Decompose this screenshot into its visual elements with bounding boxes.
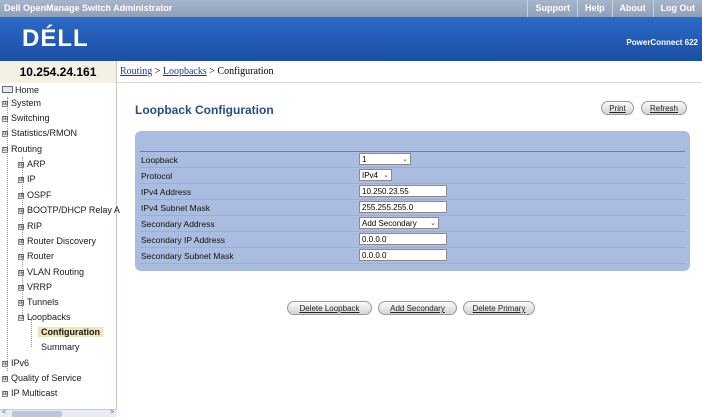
ipv4-mask-row: IPv4 Subnet Mask 255.255.255.0 xyxy=(140,200,685,216)
nav-ipv6[interactable]: ⊞ IPv6 xyxy=(2,358,29,368)
ipv4-mask-label: IPv4 Subnet Mask xyxy=(141,203,210,213)
nav-routing[interactable]: ⊟ Routing xyxy=(2,144,42,154)
about-link[interactable]: About xyxy=(611,0,653,17)
loopback-config-form: Loopback 1 ⌄ Protocol IPv4 ⌄ IPv4 Addres… xyxy=(135,131,690,271)
loopback-row: Loopback 1 ⌄ xyxy=(140,152,685,168)
loopback-label: Loopback xyxy=(141,155,178,165)
print-button[interactable]: Print xyxy=(601,101,634,115)
ipv4-address-row: IPv4 Address 10.250.23.55 xyxy=(140,184,685,200)
collapse-icon[interactable]: ⊟ xyxy=(18,315,24,321)
nav-system[interactable]: ⊞ System xyxy=(2,98,41,108)
app-title: Dell OpenManage Switch Administrator xyxy=(4,3,173,13)
expand-icon[interactable]: ⊞ xyxy=(18,224,24,230)
secondary-address-select[interactable]: Add Secondary ⌄ xyxy=(359,217,439,229)
ipv4-mask-input[interactable]: 255.255.255.0 xyxy=(359,201,447,213)
nav-vlan-routing[interactable]: ⊞ VLAN Routing xyxy=(18,267,84,277)
protocol-label: Protocol xyxy=(141,171,173,181)
expand-icon[interactable]: ⊞ xyxy=(2,391,8,397)
breadcrumb-current: Configuration xyxy=(217,66,274,77)
nav-tunnels[interactable]: ⊞ Tunnels xyxy=(18,297,59,307)
nav-arp[interactable]: ⊞ ARP xyxy=(18,159,46,169)
expand-icon[interactable]: ⊞ xyxy=(2,101,8,107)
ipv4-address-input[interactable]: 10.250.23.55 xyxy=(359,185,447,197)
expand-icon[interactable]: ⊞ xyxy=(18,270,24,276)
breadcrumb-routing[interactable]: Routing xyxy=(120,66,152,77)
delete-loopback-button[interactable]: Delete Loopback xyxy=(287,301,372,315)
dell-logo: DÉLL xyxy=(22,25,89,52)
secondary-address-label: Secondary Address xyxy=(141,219,215,229)
chevron-down-icon[interactable]: ⌄ xyxy=(399,155,408,163)
secondary-mask-row: Secondary Subnet Mask 0.0.0.0 xyxy=(140,248,685,264)
nav-bootp-dhcp-relay[interactable]: ⊞ BOOTP/DHCP Relay A xyxy=(18,205,120,215)
expand-icon[interactable]: ⊞ xyxy=(18,177,24,183)
nav-ip-multicast[interactable]: ⊞ IP Multicast xyxy=(2,388,57,398)
nav-loopbacks-configuration[interactable]: Configuration xyxy=(38,327,103,337)
expand-icon[interactable]: ⊞ xyxy=(18,285,24,291)
chevron-down-icon[interactable]: ⌄ xyxy=(427,219,436,227)
nav-home[interactable]: Home xyxy=(2,85,39,95)
nav-loopbacks[interactable]: ⊟ Loopbacks xyxy=(18,312,71,322)
nav-ip[interactable]: ⊞ IP xyxy=(18,174,36,184)
breadcrumb: Routing > Loopbacks > Configuration xyxy=(120,66,274,77)
nav-tree: Home ⊞ System ⊞ Switching ⊞ Statistics/RMON… xyxy=(0,83,120,417)
horizontal-scrollbar[interactable]: < > xyxy=(0,409,117,417)
delete-primary-button[interactable]: Delete Primary xyxy=(463,301,535,315)
secondary-mask-label: Secondary Subnet Mask xyxy=(141,251,234,261)
nav-ospf[interactable]: ⊞ OSPF xyxy=(18,190,52,200)
logout-link[interactable]: Log Out xyxy=(652,0,702,17)
protocol-select[interactable]: IPv4 ⌄ xyxy=(359,169,392,181)
switch-ip-address: 10.254.24.161 xyxy=(0,61,117,83)
protocol-row: Protocol IPv4 ⌄ xyxy=(140,168,685,184)
collapse-icon[interactable]: ⊟ xyxy=(2,147,8,153)
refresh-button[interactable]: Refresh xyxy=(641,101,687,115)
top-links: Support Help About Log Out xyxy=(527,0,702,17)
nav-quality-of-service[interactable]: ⊞ Quality of Service xyxy=(2,373,82,383)
expand-icon[interactable]: ⊞ xyxy=(18,239,24,245)
expand-icon[interactable]: ⊞ xyxy=(18,300,24,306)
secondary-address-row: Secondary Address Add Secondary ⌄ xyxy=(140,216,685,232)
ipv4-address-label: IPv4 Address xyxy=(141,187,192,197)
add-secondary-button[interactable]: Add Secondary xyxy=(378,301,457,315)
top-bar: Dell OpenManage Switch Administrator Sup… xyxy=(0,0,702,17)
breadcrumb-loopbacks[interactable]: Loopbacks xyxy=(163,66,207,77)
address-row: 10.254.24.161 Routing > Loopbacks > Conf… xyxy=(0,61,702,83)
scroll-left-icon[interactable]: < xyxy=(2,409,6,416)
scroll-right-icon[interactable]: > xyxy=(110,409,114,416)
expand-icon[interactable]: ⊞ xyxy=(2,131,8,137)
secondary-mask-input[interactable]: 0.0.0.0 xyxy=(359,249,447,261)
product-name: PowerConnect 622 xyxy=(626,38,698,47)
nav-loopbacks-summary[interactable]: Summary xyxy=(41,342,80,352)
nav-statistics-rmon[interactable]: ⊞ Statistics/RMON xyxy=(2,128,77,138)
brand-bar: DÉLL PowerConnect 622 xyxy=(0,17,702,61)
breadcrumb-separator: > xyxy=(152,66,163,77)
home-folder-icon xyxy=(2,86,13,93)
expand-icon[interactable]: ⊞ xyxy=(18,162,24,168)
chevron-down-icon[interactable]: ⌄ xyxy=(380,171,389,179)
expand-icon[interactable]: ⊞ xyxy=(2,361,8,367)
expand-icon[interactable]: ⊞ xyxy=(18,193,24,199)
expand-icon[interactable]: ⊞ xyxy=(18,254,24,260)
nav-router[interactable]: ⊞ Router xyxy=(18,251,54,261)
support-link[interactable]: Support xyxy=(527,0,577,17)
scrollbar-thumb[interactable] xyxy=(12,411,62,417)
secondary-ip-input[interactable]: 0.0.0.0 xyxy=(359,233,447,245)
page-title: Loopback Configuration xyxy=(135,103,274,117)
nav-rip[interactable]: ⊞ RIP xyxy=(18,221,42,231)
nav-switching[interactable]: ⊞ Switching xyxy=(2,113,50,123)
expand-icon[interactable]: ⊞ xyxy=(2,376,8,382)
breadcrumb-separator: > xyxy=(206,66,218,77)
secondary-ip-label: Secondary IP Address xyxy=(141,235,225,245)
loopback-select[interactable]: 1 ⌄ xyxy=(359,153,411,165)
secondary-ip-row: Secondary IP Address 0.0.0.0 xyxy=(140,232,685,248)
help-link[interactable]: Help xyxy=(576,0,612,17)
nav-vrrp[interactable]: ⊞ VRRP xyxy=(18,282,52,292)
expand-icon[interactable]: ⊞ xyxy=(2,116,8,122)
nav-router-discovery[interactable]: ⊞ Router Discovery xyxy=(18,236,96,246)
expand-icon[interactable]: ⊞ xyxy=(18,208,24,214)
